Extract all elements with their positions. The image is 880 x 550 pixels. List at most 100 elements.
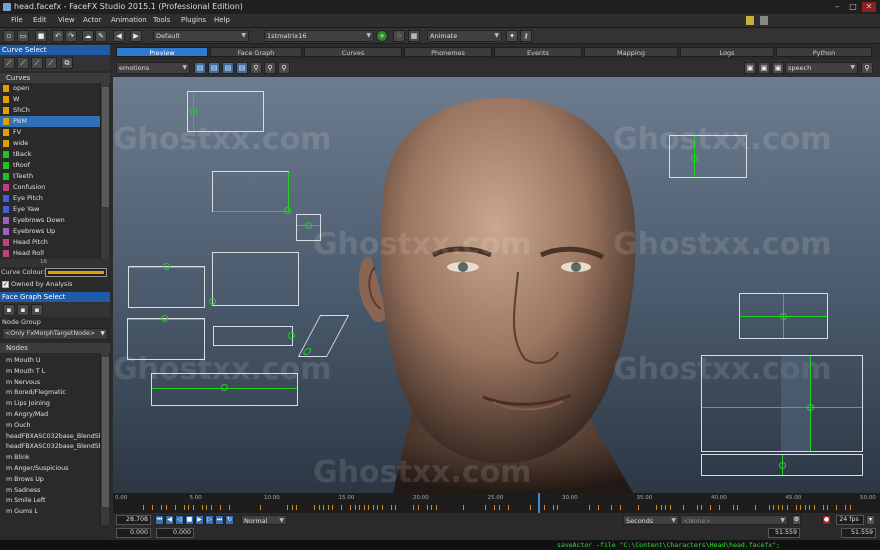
node-item[interactable]: m Sadness bbox=[0, 486, 100, 497]
curve-item[interactable]: Eyebrows Down bbox=[0, 215, 100, 226]
face-slider[interactable] bbox=[187, 91, 264, 132]
fps-field[interactable]: 24 fps bbox=[836, 515, 864, 525]
node-item[interactable]: m Nervous bbox=[0, 378, 100, 389]
nodes-scrollbar[interactable] bbox=[100, 353, 109, 525]
end-time-field[interactable]: 51.559 bbox=[768, 528, 800, 538]
node-tool-icon[interactable]: ▪ bbox=[3, 304, 15, 316]
fast-forward-icon[interactable]: ⏭ bbox=[215, 515, 224, 525]
node-item[interactable]: headFBXASC032base_BlendSh bbox=[0, 432, 100, 443]
start-time-field[interactable]: 0.000 bbox=[116, 528, 151, 538]
curve-item[interactable]: PBM bbox=[0, 116, 100, 127]
overlay-icon[interactable]: ▣ bbox=[758, 62, 770, 74]
step-forward-icon[interactable]: ▷ bbox=[205, 515, 214, 525]
tab-mapping[interactable]: Mapping bbox=[584, 47, 678, 57]
playhead[interactable] bbox=[538, 493, 540, 513]
playback-mode-select[interactable]: Normal ▼ bbox=[241, 515, 287, 525]
save-icon[interactable]: ■ bbox=[35, 30, 47, 42]
curve-item[interactable]: Head Pitch bbox=[0, 237, 100, 248]
mode-select[interactable]: Animate ▼ bbox=[427, 30, 502, 42]
node-item[interactable]: m Gums L bbox=[0, 507, 100, 518]
actor-icon[interactable]: ☁ bbox=[82, 30, 94, 42]
rewind-icon[interactable]: ⏮ bbox=[155, 515, 164, 525]
fps-arrow-icon[interactable]: ▾ bbox=[866, 515, 875, 525]
menu-help[interactable]: Help bbox=[214, 16, 230, 24]
node-item[interactable]: m Lips Joining bbox=[0, 399, 100, 410]
tab-events[interactable]: Events bbox=[494, 47, 582, 57]
face-slider[interactable] bbox=[151, 373, 298, 406]
tab-curves[interactable]: Curves bbox=[304, 47, 402, 57]
undo-icon[interactable]: ↶ bbox=[52, 30, 64, 42]
node-tool-icon[interactable]: ▪ bbox=[31, 304, 43, 316]
play-icon[interactable]: ▶ bbox=[195, 515, 204, 525]
face-slider[interactable] bbox=[701, 454, 863, 476]
h-scrollbar[interactable]: 16 bbox=[0, 259, 110, 267]
wand-icon[interactable]: ✦ bbox=[506, 30, 518, 42]
face-slider[interactable] bbox=[128, 263, 205, 308]
face-slider[interactable] bbox=[209, 252, 299, 306]
curve-item[interactable]: FV bbox=[0, 127, 100, 138]
curves-scrollbar[interactable] bbox=[100, 83, 109, 259]
face-slider[interactable] bbox=[669, 135, 747, 178]
new-icon[interactable]: ▫ bbox=[3, 30, 15, 42]
overlay-icon[interactable]: ▣ bbox=[772, 62, 784, 74]
owned-checkbox[interactable]: ✓ bbox=[2, 281, 9, 288]
face-slider[interactable] bbox=[127, 315, 205, 360]
step-back-icon[interactable]: ◀ bbox=[165, 515, 174, 525]
node-item[interactable]: m Bored/Flegmatic bbox=[0, 388, 100, 399]
node-item[interactable]: m Brows Up bbox=[0, 475, 100, 486]
curve-item[interactable]: Head Roll bbox=[0, 248, 100, 259]
node-item[interactable]: m Mouth U bbox=[0, 356, 100, 367]
curve-tool-icon[interactable]: ⟋ bbox=[17, 57, 29, 69]
pin-icon[interactable]: ⚲ bbox=[861, 62, 873, 74]
view-icon[interactable]: ▤ bbox=[222, 62, 234, 74]
pin-icon[interactable]: ⚲ bbox=[264, 62, 276, 74]
timeline[interactable]: 0.00 5.00 10.00 15.00 20.00 25.00 30.00 35.00 40… bbox=[113, 493, 880, 513]
pin-icon[interactable]: ⚲ bbox=[278, 62, 290, 74]
close-button[interactable]: ✕ bbox=[862, 2, 876, 12]
menu-animation[interactable]: Animation bbox=[111, 16, 147, 24]
curve-item[interactable]: Eye Pitch bbox=[0, 193, 100, 204]
current-time-field[interactable]: 28.708 bbox=[116, 515, 151, 525]
stop-icon[interactable]: ■ bbox=[185, 515, 194, 525]
tab-preview[interactable]: Preview bbox=[116, 47, 208, 57]
record-icon[interactable]: ● bbox=[822, 515, 831, 525]
face-slider[interactable] bbox=[296, 214, 321, 241]
add-icon[interactable]: + bbox=[376, 30, 388, 42]
tab-phonemes[interactable]: Phonemes bbox=[404, 47, 492, 57]
curve-tool-icon[interactable]: ⟋ bbox=[3, 57, 15, 69]
back-icon[interactable]: ◀ bbox=[113, 30, 125, 42]
curve-item[interactable]: ShCh bbox=[0, 105, 100, 116]
node-item[interactable]: m Blink bbox=[0, 453, 100, 464]
group-select[interactable]: Default ▼ bbox=[153, 30, 249, 42]
curve-item[interactable]: wide bbox=[0, 138, 100, 149]
menu-actor[interactable]: Actor bbox=[83, 16, 101, 24]
curve-item[interactable]: tBack bbox=[0, 149, 100, 160]
start-time-field-2[interactable]: 0.000 bbox=[156, 528, 194, 538]
view-icon[interactable]: ▤ bbox=[194, 62, 206, 74]
face-slider[interactable] bbox=[739, 293, 828, 339]
node-item[interactable]: headFBXASC032base_BlendSh bbox=[0, 442, 100, 453]
preview-viewport[interactable]: Ghostxx.com Ghostxx.com Ghostxx.com Ghos… bbox=[113, 77, 880, 493]
menu-file[interactable]: File bbox=[11, 16, 23, 24]
edit-icon[interactable]: ✎ bbox=[95, 30, 107, 42]
menu-tools[interactable]: Tools bbox=[153, 16, 170, 24]
curve-item[interactable]: tTeeth bbox=[0, 171, 100, 182]
curve-tool-icon[interactable]: ⟋ bbox=[45, 57, 57, 69]
node-item[interactable]: m Smile Left bbox=[0, 496, 100, 507]
face-slider[interactable] bbox=[213, 326, 295, 346]
curve-item[interactable]: tRoof bbox=[0, 160, 100, 171]
face-slider[interactable] bbox=[212, 171, 291, 214]
animation-select[interactable]: 1stmatrix16 ▼ bbox=[264, 30, 374, 42]
node-item[interactable]: m Angry/Mad bbox=[0, 410, 100, 421]
open-icon[interactable]: ▭ bbox=[17, 30, 29, 42]
maximize-button[interactable]: □ bbox=[846, 2, 860, 12]
toolbar-icon[interactable] bbox=[746, 16, 754, 25]
menu-view[interactable]: View bbox=[58, 16, 75, 24]
tab-face-graph[interactable]: Face Graph bbox=[210, 47, 302, 57]
copy-icon[interactable]: ⧉ bbox=[61, 57, 73, 69]
node-item[interactable]: m Mouth T L bbox=[0, 367, 100, 378]
right-overlay-select[interactable]: speech ▼ bbox=[785, 62, 858, 74]
curve-item[interactable]: Eye Yaw bbox=[0, 204, 100, 215]
units-select[interactable]: Seconds ▼ bbox=[623, 515, 679, 525]
left-overlay-select[interactable]: emotions ▼ bbox=[116, 62, 190, 74]
